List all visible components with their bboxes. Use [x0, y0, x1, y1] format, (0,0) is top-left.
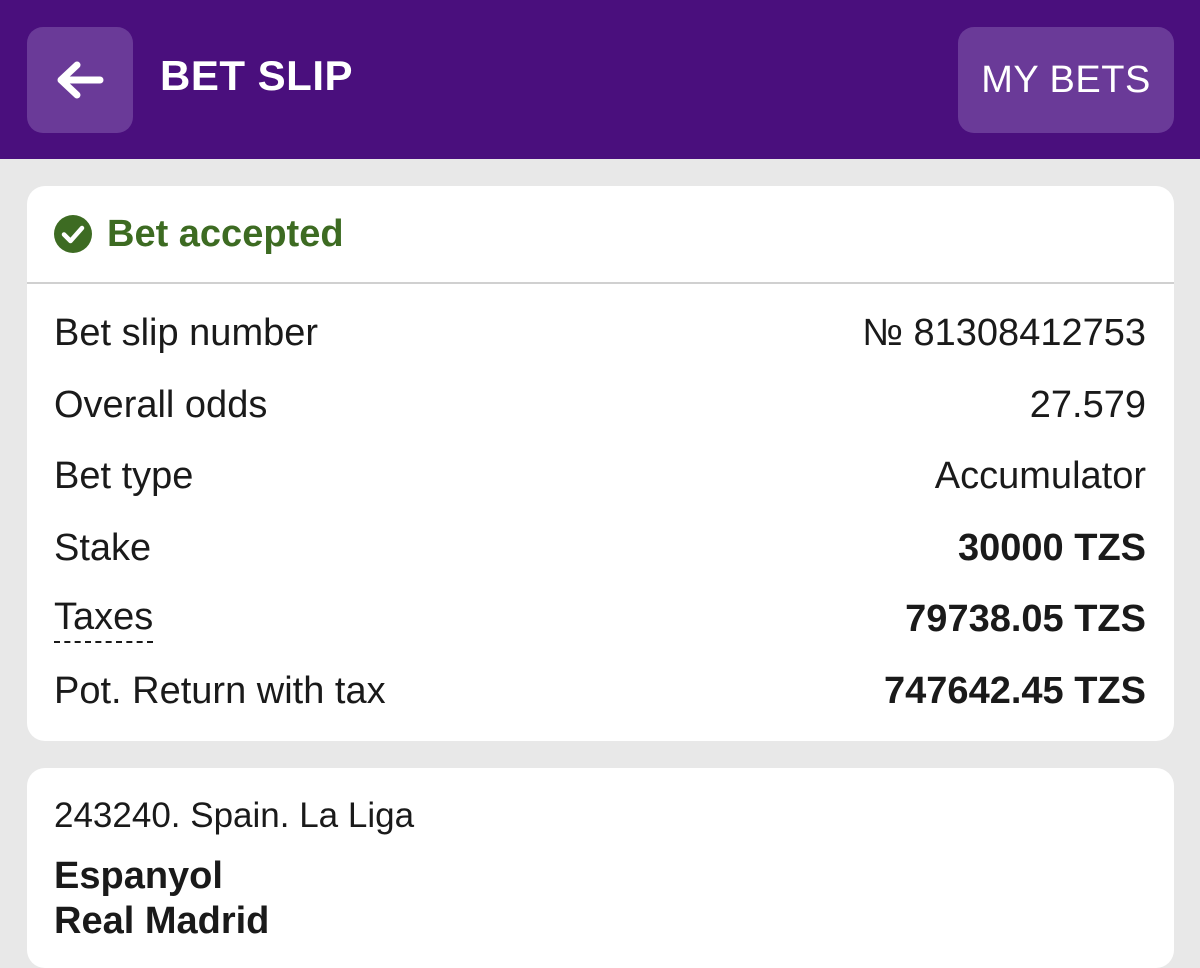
row-value: Accumulator: [934, 455, 1146, 498]
row-label: Pot. Return with tax: [54, 669, 386, 712]
status-banner: Bet accepted: [27, 186, 1174, 284]
team-home: Espanyol: [54, 855, 223, 897]
taxes-info-link[interactable]: Taxes: [54, 596, 154, 644]
summary-row-taxes: Taxes 79738.05 TZS: [27, 584, 1174, 656]
summary-row-bet-slip-number: Bet slip number № 81308412753: [27, 298, 1174, 370]
summary-row-bet-type: Bet type Accumulator: [27, 441, 1174, 513]
summary-row-overall-odds: Overall odds 27.579: [27, 370, 1174, 442]
row-label: Bet slip number: [54, 312, 319, 355]
row-label: Stake: [54, 526, 152, 569]
row-label: Bet type: [54, 455, 194, 498]
check-circle-icon: [54, 215, 92, 253]
bet-summary-card: Bet accepted Bet slip number № 813084127…: [27, 186, 1174, 741]
row-value: 30000 TZS: [958, 526, 1146, 569]
page-title: BET SLIP: [160, 52, 354, 99]
row-value: 27.579: [1029, 383, 1146, 426]
arrow-left-icon: [57, 61, 104, 99]
row-value: 79738.05 TZS: [905, 598, 1146, 641]
back-button[interactable]: [27, 27, 133, 133]
summary-row-stake: Stake 30000 TZS: [27, 513, 1174, 585]
row-value: 747642.45 TZS: [884, 669, 1146, 712]
row-label: Overall odds: [54, 383, 268, 426]
event-card: 243240. Spain. La Liga Espanyol Real Mad…: [27, 768, 1174, 968]
my-bets-button[interactable]: MY BETS: [958, 27, 1174, 133]
team-away: Real Madrid: [54, 900, 270, 942]
status-text: Bet accepted: [107, 212, 344, 255]
top-bar: BET SLIP MY BETS: [0, 0, 1200, 159]
row-value: № 81308412753: [862, 312, 1146, 355]
event-league: 243240. Spain. La Liga: [54, 796, 415, 835]
summary-row-potential-return: Pot. Return with tax 747642.45 TZS: [27, 656, 1174, 728]
